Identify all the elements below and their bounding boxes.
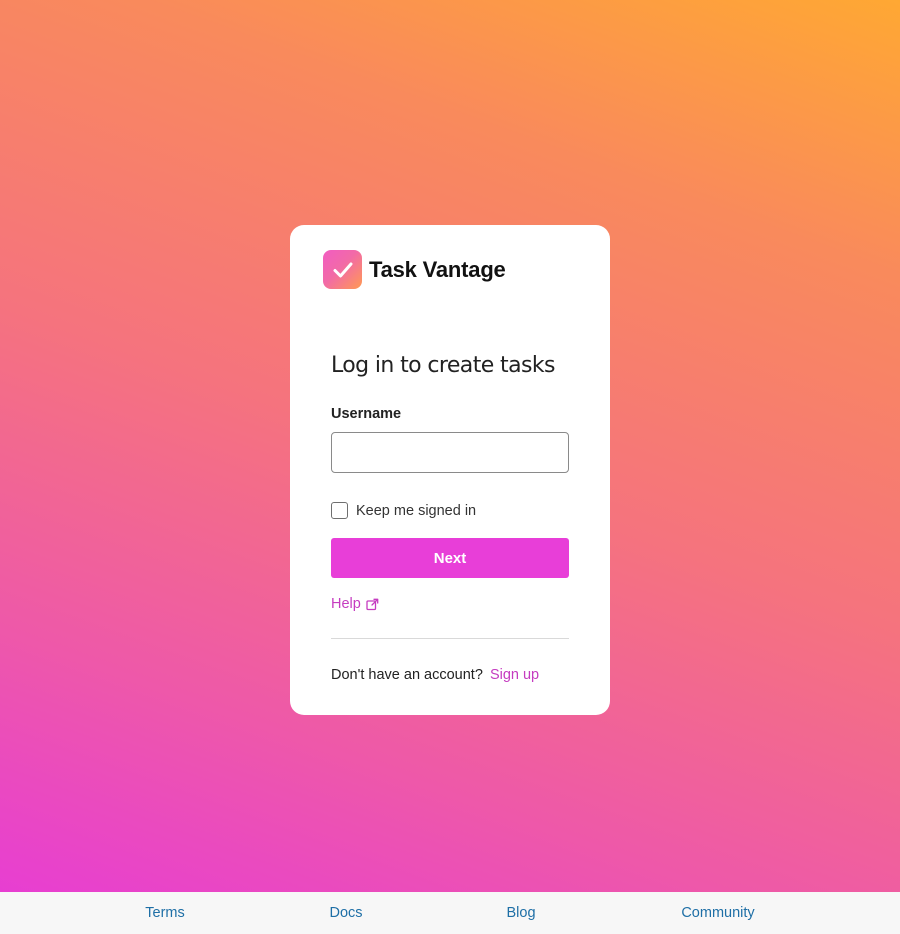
footer-link-terms[interactable]: Terms	[145, 905, 184, 921]
keep-signed-in-checkbox[interactable]	[331, 502, 348, 519]
login-card: Task Vantage Log in to create tasks User…	[290, 225, 610, 715]
help-link[interactable]: Help	[331, 596, 379, 612]
footer-link-blog[interactable]: Blog	[506, 905, 535, 921]
footer-link-docs[interactable]: Docs	[329, 905, 362, 921]
username-input[interactable]	[331, 432, 569, 473]
username-label: Username	[331, 406, 402, 422]
signup-row: Don't have an account? Sign up	[331, 667, 539, 683]
divider	[331, 638, 569, 639]
help-label[interactable]: Help	[331, 596, 361, 612]
next-button[interactable]: Next	[331, 538, 569, 578]
page-title: Log in to create tasks	[331, 353, 555, 378]
footer-link-community[interactable]: Community	[681, 905, 754, 921]
signup-link[interactable]: Sign up	[490, 667, 539, 683]
external-link-icon	[366, 598, 379, 611]
brand-name: Task Vantage	[369, 256, 506, 282]
signup-prompt: Don't have an account?	[331, 667, 483, 683]
footer: Terms Docs Blog Community	[0, 892, 900, 934]
brand: Task Vantage	[323, 250, 506, 289]
keep-signed-in[interactable]: Keep me signed in	[331, 502, 476, 519]
checkmark-icon	[323, 250, 362, 289]
keep-signed-in-label[interactable]: Keep me signed in	[356, 503, 476, 519]
